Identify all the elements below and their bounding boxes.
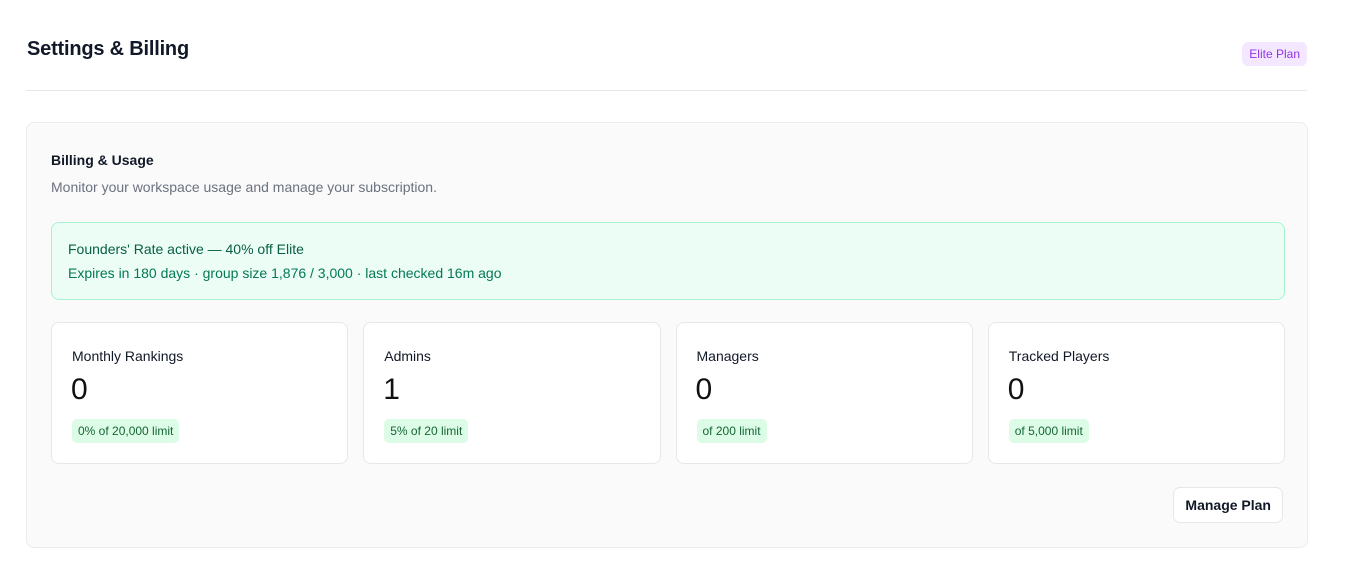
manage-plan-button[interactable]: Manage Plan: [1173, 487, 1283, 523]
billing-card-description: Monitor your workspace usage and manage …: [51, 179, 437, 195]
stat-label: Managers: [696, 348, 759, 364]
limit-badge: of 200 limit: [696, 419, 767, 443]
settings-billing-page: Settings & Billing Elite Plan Billing & …: [0, 0, 1347, 578]
page-header: Settings & Billing Elite Plan: [26, 0, 1307, 91]
limit-badge: of 5,000 limit: [1008, 419, 1089, 443]
page-title: Settings & Billing: [27, 38, 189, 60]
founders-rate-banner: Founders' Rate active — 40% off Elite Ex…: [51, 222, 1285, 300]
stat-value: 0: [695, 373, 713, 406]
limit-badge: 0% of 20,000 limit: [72, 419, 180, 443]
stat-managers: Managers 0 of 200 limit: [675, 322, 973, 464]
stat-label: Tracked Players: [1008, 348, 1110, 364]
promo-title: Founders' Rate active — 40% off Elite: [68, 241, 304, 257]
stat-value: 0: [1007, 373, 1025, 406]
billing-card-title: Billing & Usage: [51, 152, 154, 168]
promo-detail: Expires in 180 days · group size 1,876 /…: [68, 265, 502, 281]
stat-label: Admins: [384, 348, 431, 364]
stat-value: 1: [383, 373, 400, 406]
stat-monthly-rankings: Monthly Rankings 0 0% of 20,000 limit: [51, 322, 349, 464]
limit-badge: 5% of 20 limit: [384, 419, 469, 443]
billing-usage-card: Billing & Usage Monitor your workspace u…: [26, 122, 1308, 548]
plan-badge: Elite Plan: [1242, 42, 1307, 66]
stat-tracked-players: Tracked Players 0 of 5,000 limit: [987, 322, 1285, 464]
stat-value: 0: [71, 373, 88, 406]
stat-label: Monthly Rankings: [72, 348, 184, 364]
usage-stats: Monthly Rankings 0 0% of 20,000 limit Ad…: [51, 322, 1285, 465]
stat-admins: Admins 1 5% of 20 limit: [363, 322, 661, 464]
